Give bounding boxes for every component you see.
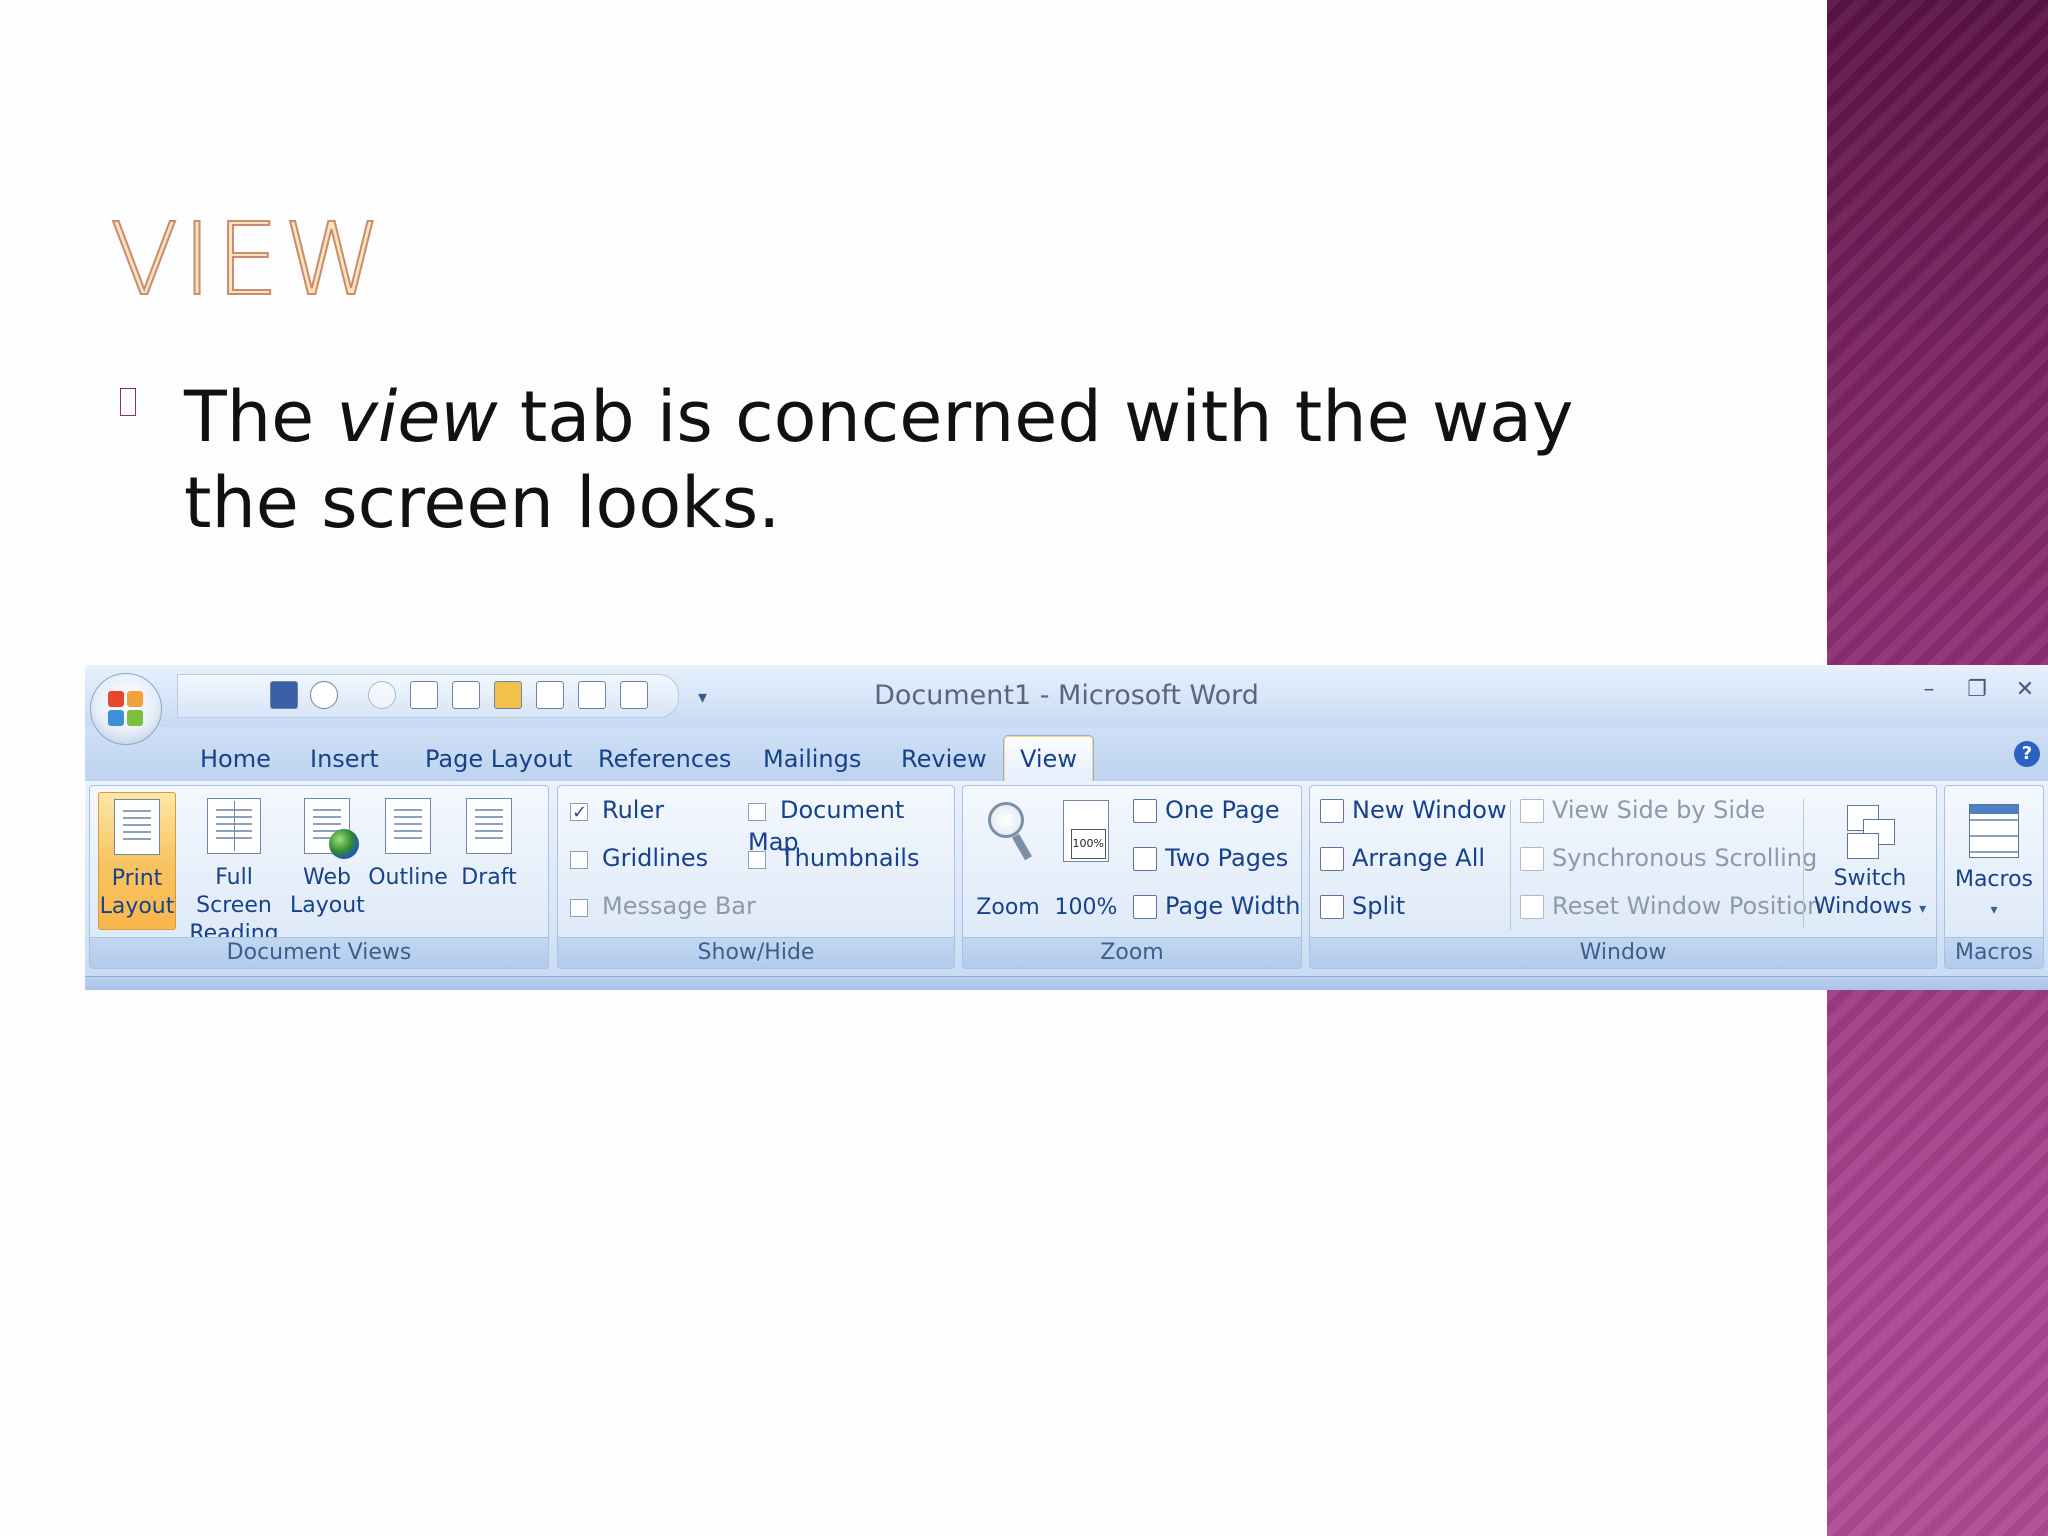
thumbnails-checkbox[interactable]: Thumbnails [748, 842, 919, 874]
full-screen-reading-button[interactable]: Full Screen Reading [178, 792, 290, 946]
office-button[interactable] [90, 673, 162, 745]
new-window-button[interactable]: New Window [1320, 794, 1507, 826]
ruler-strip [85, 976, 2048, 990]
restore-icon[interactable]: ❐ [1964, 677, 1990, 703]
draft-icon [466, 798, 512, 854]
gridlines-checkbox[interactable]: Gridlines [570, 842, 708, 874]
zoom-100-button[interactable]: 100% 100% [1051, 792, 1121, 930]
switch-windows-icon [1843, 803, 1897, 859]
page-width-icon [1133, 895, 1157, 919]
reset-window-position-icon [1520, 895, 1544, 919]
arrange-all-button[interactable]: Arrange All [1320, 842, 1485, 874]
bullet-text: The view tab is concerned with the way t… [184, 376, 1574, 544]
office-logo-icon [108, 691, 144, 727]
tab-insert[interactable]: Insert [310, 738, 379, 780]
separator [1510, 800, 1511, 930]
arrange-all-icon [1320, 847, 1344, 871]
page-100-icon: 100% [1063, 800, 1109, 862]
document-map-checkbox[interactable]: Document Map [748, 794, 954, 856]
reset-window-position-button[interactable]: Reset Window Position [1520, 890, 1822, 922]
print-layout-button[interactable]: Print Layout [98, 792, 176, 930]
group-show-hide: Ruler Gridlines Message Bar Document Map… [557, 785, 955, 969]
macros-button[interactable]: Macros ▾ [1949, 792, 2039, 930]
emphasized-word: view [336, 376, 498, 458]
message-bar-checkbox[interactable]: Message Bar [570, 890, 756, 922]
slide-title: VIEW [109, 201, 386, 318]
window-title: Document1 - Microsoft Word [874, 680, 1259, 711]
help-icon[interactable]: ? [2014, 741, 2040, 767]
tab-references[interactable]: References [598, 738, 731, 780]
tab-page-layout[interactable]: Page Layout [425, 738, 572, 780]
side-by-side-icon [1520, 799, 1544, 823]
web-layout-button[interactable]: Web Layout [290, 792, 365, 930]
title-bar: ▾ Document1 - Microsoft Word – ❐ ✕ [85, 665, 2048, 745]
group-label-macros: Macros [1945, 937, 2043, 968]
group-label-document-views: Document Views [90, 937, 548, 968]
synchronous-scrolling-icon [1520, 847, 1544, 871]
tab-mailings[interactable]: Mailings [763, 738, 861, 780]
new-window-icon [1320, 799, 1344, 823]
synchronous-scrolling-button[interactable]: Synchronous Scrolling [1520, 842, 1817, 874]
split-icon [1320, 895, 1344, 919]
dropdown-caret-icon: ▾ [1990, 902, 1998, 918]
view-side-by-side-button[interactable]: View Side by Side [1520, 794, 1765, 826]
two-pages-icon [1133, 847, 1157, 871]
minimize-icon[interactable]: – [1916, 677, 1942, 703]
ribbon-tabs: Home Insert Page Layout References Maili… [85, 727, 2048, 782]
word-window-screenshot: ▾ Document1 - Microsoft Word – ❐ ✕ Home … [85, 665, 2048, 990]
zoom-button[interactable]: Zoom [973, 792, 1043, 930]
two-pages-button[interactable]: Two Pages [1133, 842, 1288, 874]
group-label-show-hide: Show/Hide [558, 937, 954, 968]
checkbox-checked-icon [570, 797, 588, 829]
group-macros: Macros ▾ Macros [1944, 785, 2044, 969]
bullet-item: The view tab is concerned with the way t… [120, 374, 1680, 546]
tab-review[interactable]: Review [901, 738, 987, 780]
ruler-checkbox[interactable]: Ruler [570, 794, 664, 829]
outline-button[interactable]: Outline [366, 792, 450, 930]
one-page-icon [1133, 799, 1157, 823]
group-zoom: Zoom 100% 100% One Page Two Pages Page W… [962, 785, 1302, 969]
print-layout-icon [114, 799, 160, 855]
bullet-marker-icon [120, 388, 136, 416]
separator [1803, 799, 1804, 929]
page-width-button[interactable]: Page Width [1133, 890, 1300, 922]
split-button[interactable]: Split [1320, 890, 1405, 922]
group-label-zoom: Zoom [963, 937, 1301, 968]
tab-view[interactable]: View [1003, 735, 1094, 782]
dropdown-caret-icon: ▾ [1919, 901, 1927, 917]
web-layout-icon [304, 798, 359, 859]
macros-icon [1969, 804, 2019, 858]
group-document-views: Print Layout Full Screen Reading Web Layout… [89, 785, 549, 969]
outline-icon [385, 798, 431, 854]
group-label-window: Window [1310, 937, 1936, 968]
close-icon[interactable]: ✕ [2012, 677, 2038, 703]
window-controls: – ❐ ✕ [1916, 677, 2038, 703]
one-page-button[interactable]: One Page [1133, 794, 1280, 826]
tab-home[interactable]: Home [200, 738, 271, 780]
full-screen-reading-icon [207, 798, 261, 854]
ribbon: Print Layout Full Screen Reading Web Layout… [85, 781, 2048, 976]
draft-button[interactable]: Draft [452, 792, 526, 930]
switch-windows-button[interactable]: Switch Windows ▾ [1810, 791, 1930, 929]
